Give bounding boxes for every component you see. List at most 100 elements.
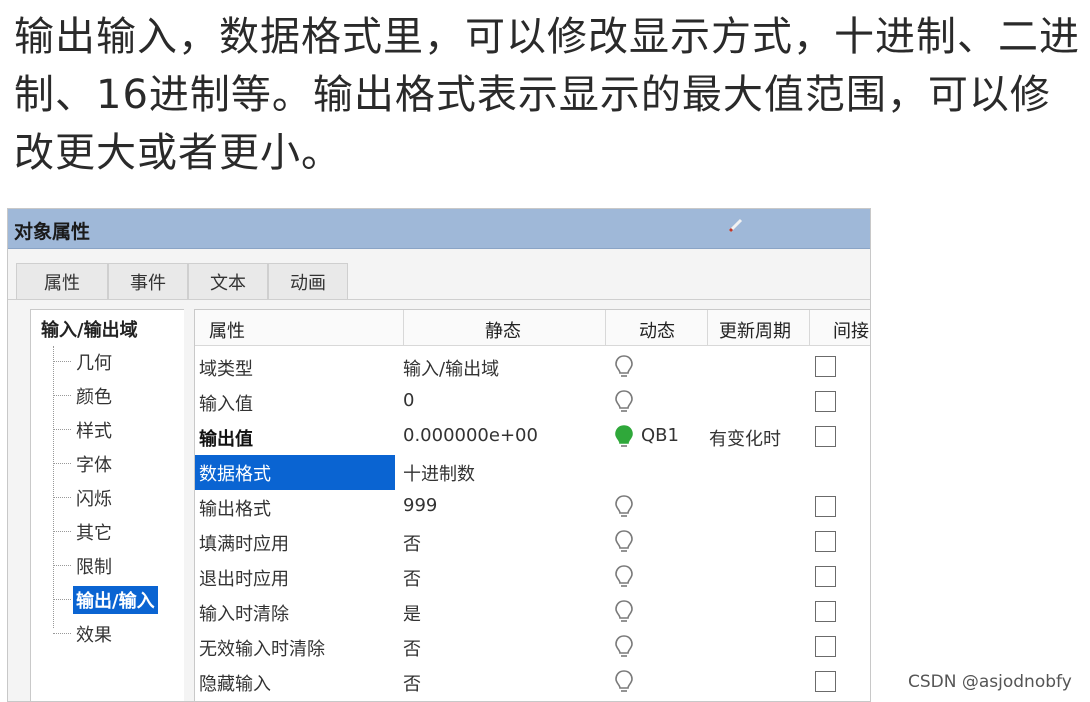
- row-property-name[interactable]: 退出时应用: [199, 565, 289, 591]
- lightbulb-icon[interactable]: [613, 669, 635, 695]
- tree-item[interactable]: 效果: [53, 618, 173, 648]
- tree-connector: [53, 429, 71, 430]
- indirect-checkbox[interactable]: [815, 566, 836, 587]
- property-grid: 属性 静态 动态 更新周期 间接 域类型 输入/输出域输入值 0 输出值 0.00000…: [194, 309, 870, 701]
- property-tree: 输入/输出域 几何颜色样式字体闪烁其它限制输出/输入效果: [30, 309, 184, 701]
- row-property-name[interactable]: 输入值: [199, 390, 253, 416]
- row-static-value[interactable]: 0.000000e+00: [403, 425, 538, 446]
- row-static-value[interactable]: 十进制数: [403, 460, 475, 486]
- tree-item[interactable]: 闪烁: [53, 482, 173, 512]
- table-row[interactable]: 无效输入时清除 否: [195, 630, 870, 665]
- tree-item[interactable]: 限制: [53, 550, 173, 580]
- indirect-checkbox[interactable]: [815, 426, 836, 447]
- tree-connector: [53, 361, 71, 362]
- header-separator: [809, 310, 810, 346]
- tree-item[interactable]: 输出/输入: [53, 584, 173, 614]
- pen-icon: [728, 218, 743, 233]
- table-row[interactable]: 输出值 0.000000e+00 QB1 有变化时: [195, 420, 870, 455]
- tree-item-label: 闪烁: [76, 489, 112, 510]
- tree-item-label: 颜色: [76, 387, 112, 408]
- tree-connector: [53, 463, 71, 464]
- tree-root-io-field[interactable]: 输入/输出域: [41, 316, 138, 342]
- lightbulb-on-icon[interactable]: [613, 424, 635, 450]
- row-static-value[interactable]: 否: [403, 635, 421, 661]
- grid-header: 属性 静态 动态 更新周期 间接: [195, 310, 870, 346]
- tree-item-label: 输出/输入: [73, 586, 158, 614]
- tree-item[interactable]: 几何: [53, 346, 173, 376]
- table-row[interactable]: 域类型 输入/输出域: [195, 350, 870, 385]
- lightbulb-icon[interactable]: [613, 634, 635, 660]
- row-property-name[interactable]: 隐藏输入: [199, 670, 271, 696]
- table-row[interactable]: 隐藏输入 否: [195, 665, 870, 700]
- indirect-checkbox[interactable]: [815, 356, 836, 377]
- lightbulb-icon[interactable]: [613, 599, 635, 625]
- header-separator: [403, 310, 404, 346]
- row-property-name[interactable]: 无效输入时清除: [199, 635, 325, 661]
- table-row[interactable]: 数据格式 十进制数: [195, 455, 870, 490]
- caption-text: 输出输入，数据格式里，可以修改显示方式，十进制、二进制、16进制等。输出格式表示…: [14, 14, 1080, 176]
- tree-item-label: 其它: [76, 523, 112, 544]
- tree-item[interactable]: 样式: [53, 414, 173, 444]
- row-static-value[interactable]: 输入/输出域: [403, 355, 499, 381]
- lightbulb-icon[interactable]: [613, 494, 635, 520]
- tree-connector: [53, 497, 71, 498]
- tree-item-label: 限制: [76, 557, 112, 578]
- header-static[interactable]: 静态: [485, 317, 521, 343]
- tab-events[interactable]: 事件: [108, 263, 188, 299]
- row-static-value[interactable]: 否: [403, 565, 421, 591]
- row-static-value[interactable]: 999: [403, 495, 437, 516]
- row-property-name[interactable]: 域类型: [199, 355, 253, 381]
- indirect-checkbox[interactable]: [815, 636, 836, 657]
- tree-connector: [53, 395, 71, 396]
- lightbulb-icon[interactable]: [613, 354, 635, 380]
- tree-item[interactable]: 颜色: [53, 380, 173, 410]
- indirect-checkbox[interactable]: [815, 496, 836, 517]
- tree-item-label: 效果: [76, 625, 112, 646]
- header-dynamic[interactable]: 动态: [639, 317, 675, 343]
- table-row[interactable]: 输入时清除 是: [195, 595, 870, 630]
- indirect-checkbox[interactable]: [815, 391, 836, 412]
- table-row[interactable]: 输出格式 999: [195, 490, 870, 525]
- row-static-value[interactable]: 0: [403, 390, 414, 411]
- table-row[interactable]: 输入值 0: [195, 385, 870, 420]
- header-indirect[interactable]: 间接: [833, 317, 869, 343]
- window-titlebar[interactable]: 对象属性: [8, 209, 870, 249]
- table-row[interactable]: 退出时应用 否: [195, 560, 870, 595]
- tab-divider: [8, 299, 870, 300]
- row-static-value[interactable]: 是: [403, 600, 421, 626]
- row-property-name[interactable]: 输出值: [199, 425, 253, 451]
- tree-connector: [53, 633, 71, 634]
- tree-item[interactable]: 字体: [53, 448, 173, 478]
- header-update-cycle[interactable]: 更新周期: [719, 317, 791, 343]
- object-properties-window: 对象属性 属性 事件 文本 动画 输入/输出域 几何 颜色 样式 字体 闪烁 其它 限制 输出…: [7, 208, 871, 702]
- window-title: 对象属性: [14, 221, 91, 243]
- tab-animation[interactable]: 动画: [268, 263, 348, 299]
- tab-properties[interactable]: 属性: [16, 263, 108, 299]
- row-property-name[interactable]: 填满时应用: [199, 530, 289, 556]
- row-update-cycle[interactable]: 有变化时: [709, 425, 781, 451]
- header-separator: [605, 310, 606, 346]
- tree-connector: [53, 599, 71, 600]
- lightbulb-icon[interactable]: [613, 529, 635, 555]
- lightbulb-icon[interactable]: [613, 564, 635, 590]
- row-property-name[interactable]: 输出格式: [199, 495, 271, 521]
- row-static-value[interactable]: 否: [403, 670, 421, 696]
- tree-connector: [53, 565, 71, 566]
- tab-bar: 属性 事件 文本 动画: [16, 259, 356, 299]
- lightbulb-icon[interactable]: [613, 389, 635, 415]
- indirect-checkbox[interactable]: [815, 671, 836, 692]
- tree-item[interactable]: 其它: [53, 516, 173, 546]
- tree-item-label: 几何: [76, 353, 112, 374]
- row-property-name[interactable]: 数据格式: [195, 455, 395, 490]
- tree-item-label: 样式: [76, 421, 112, 442]
- tree-item-label: 字体: [76, 455, 112, 476]
- row-static-value[interactable]: 否: [403, 530, 421, 556]
- indirect-checkbox[interactable]: [815, 601, 836, 622]
- indirect-checkbox[interactable]: [815, 531, 836, 552]
- table-row[interactable]: 填满时应用 否: [195, 525, 870, 560]
- row-property-name[interactable]: 输入时清除: [199, 600, 289, 626]
- tree-connector: [53, 531, 71, 532]
- tab-text[interactable]: 文本: [188, 263, 268, 299]
- header-separator: [707, 310, 708, 346]
- header-property[interactable]: 属性: [209, 317, 245, 343]
